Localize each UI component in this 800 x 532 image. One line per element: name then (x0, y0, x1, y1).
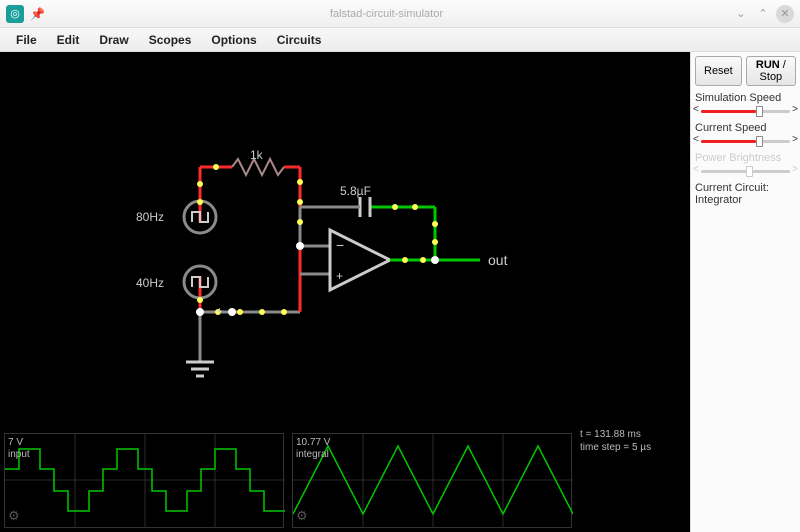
power-brightness-slider: Power Brightness (695, 152, 796, 176)
status-readout: t = 131.88 ms time step = 5 µs (580, 428, 651, 454)
window-titlebar: ◎ 📌 falstad-circuit-simulator ⌄ ⌃ ✕ (0, 0, 800, 28)
current-circuit-readout: Current Circuit: Integrator (695, 182, 796, 206)
menu-file[interactable]: File (6, 33, 47, 47)
menu-draw[interactable]: Draw (89, 33, 138, 47)
current-circuit-label: Current Circuit: (695, 182, 796, 194)
window-title: falstad-circuit-simulator (45, 8, 728, 20)
window-maximize-icon[interactable]: ⌃ (754, 5, 772, 23)
output-label: out (488, 252, 507, 268)
sim-speed-slider[interactable]: Simulation Speed (695, 92, 796, 116)
scope1-volt-label: 7 V (8, 437, 30, 449)
power-brightness-label: Power Brightness (695, 152, 796, 164)
scope-input[interactable]: 7 V input ⚙ (4, 433, 284, 528)
source2-label: 40Hz (136, 276, 164, 290)
sim-speed-label: Simulation Speed (695, 92, 796, 104)
svg-text:+: + (336, 269, 343, 283)
menubar: File Edit Draw Scopes Options Circuits (0, 28, 800, 52)
window-close-icon[interactable]: ✕ (776, 5, 794, 23)
status-time: t = 131.88 ms (580, 428, 651, 441)
app-logo-icon: ◎ (6, 5, 24, 23)
scope-integral[interactable]: 10.77 V integral ⚙ (292, 433, 572, 528)
window-minimize-icon[interactable]: ⌄ (732, 5, 750, 23)
schematic-svg: − + (0, 52, 690, 412)
menu-options[interactable]: Options (201, 33, 266, 47)
reset-button[interactable]: Reset (695, 56, 742, 86)
scope1-name-label: input (8, 449, 30, 461)
capacitor-label: 5.8µF (340, 184, 371, 198)
resistor-label: 1k (250, 148, 263, 162)
scope2-name-label: integral (296, 449, 330, 461)
menu-scopes[interactable]: Scopes (139, 33, 202, 47)
svg-text:−: − (336, 237, 344, 253)
source1-label: 80Hz (136, 210, 164, 224)
scope2-volt-label: 10.77 V (296, 437, 330, 449)
circuit-canvas[interactable]: − + (0, 52, 690, 532)
menu-circuits[interactable]: Circuits (267, 33, 332, 47)
menu-edit[interactable]: Edit (47, 33, 90, 47)
control-panel: Reset RUN / Stop Simulation Speed Curren… (690, 52, 800, 532)
plus-rail-label: + (216, 304, 223, 318)
current-circuit-name: Integrator (695, 194, 796, 206)
current-speed-slider[interactable]: Current Speed (695, 122, 796, 146)
current-speed-label: Current Speed (695, 122, 796, 134)
pin-icon[interactable]: 📌 (30, 7, 45, 21)
scope1-settings-icon[interactable]: ⚙ (8, 508, 20, 524)
run-stop-button[interactable]: RUN / Stop (746, 56, 796, 86)
scope2-settings-icon[interactable]: ⚙ (296, 508, 308, 524)
status-step: time step = 5 µs (580, 441, 651, 454)
